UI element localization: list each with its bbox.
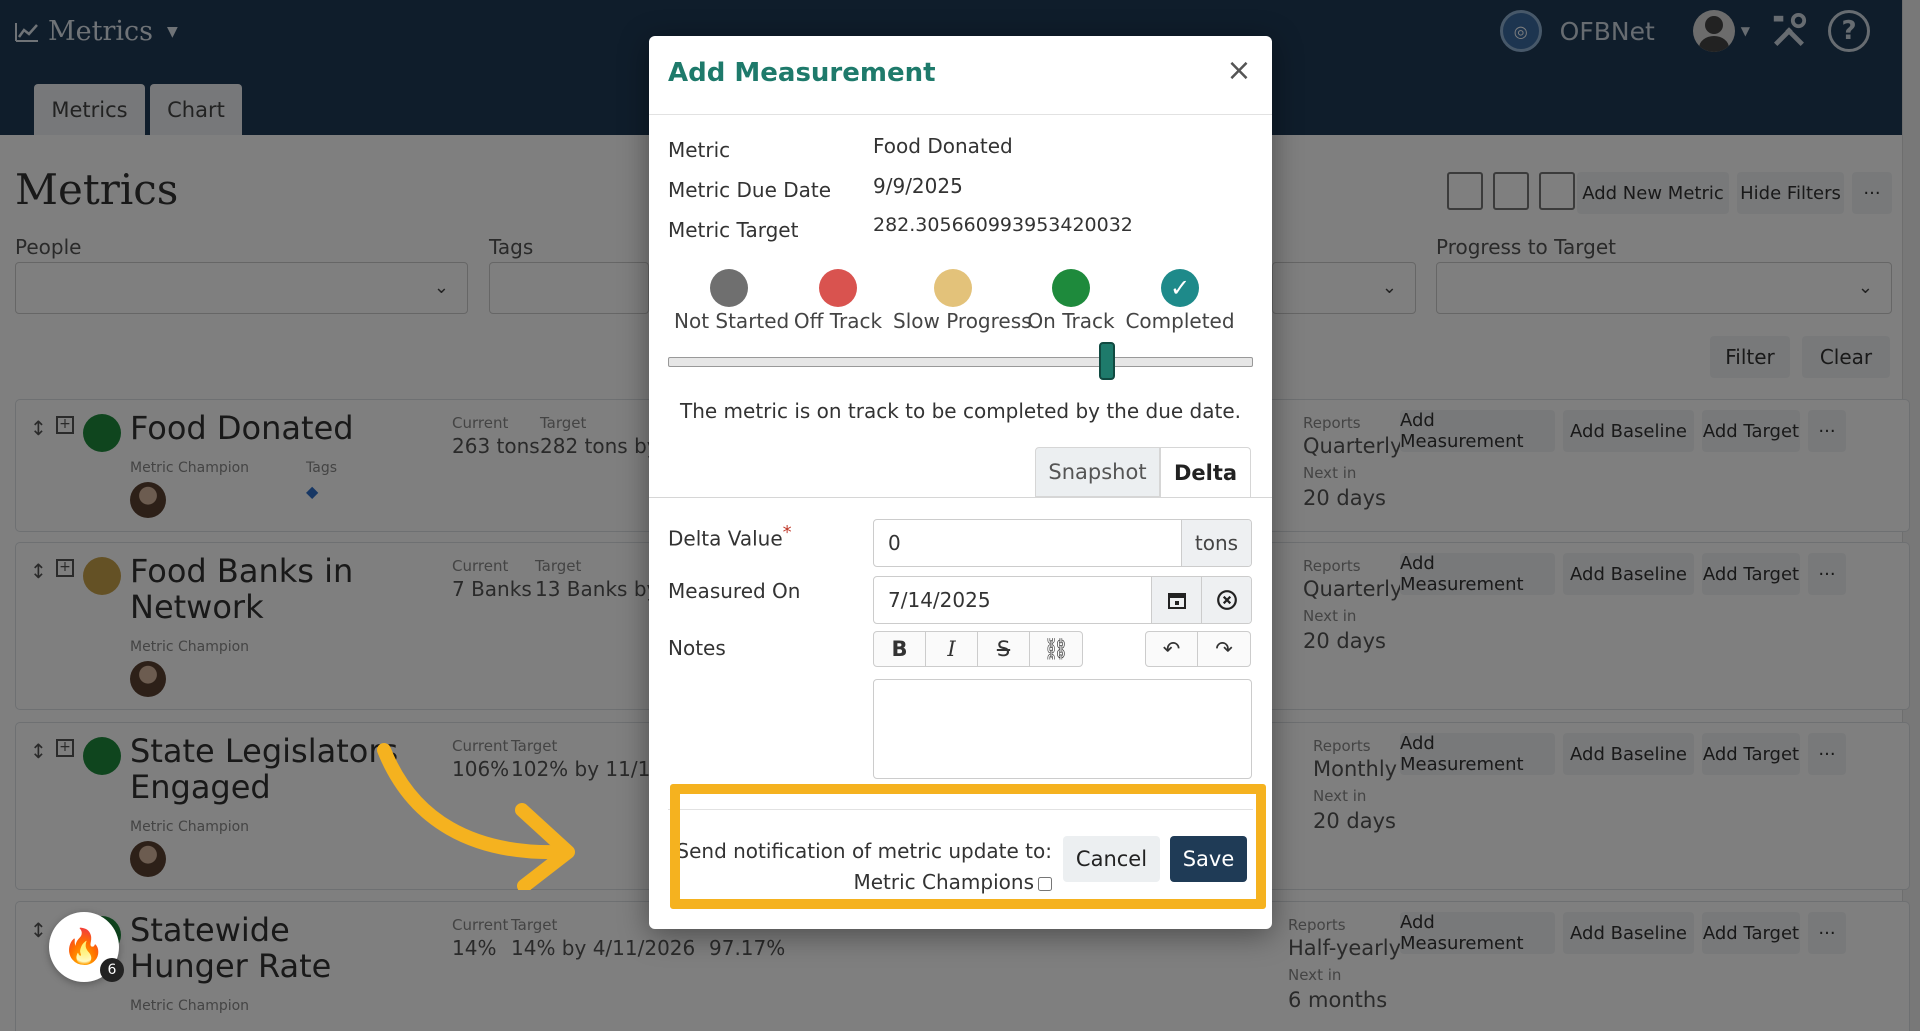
notes-editor[interactable] [873, 679, 1252, 779]
status-label: Off Track [793, 309, 883, 333]
tab-divider [649, 497, 1272, 498]
modal-header: Add Measurement × [649, 36, 1272, 115]
metric-label: Metric [668, 138, 731, 162]
progress-slider-handle[interactable] [1098, 342, 1115, 380]
metric-value: Food Donated [873, 134, 1013, 158]
undo-icon[interactable]: ↶ [1146, 632, 1198, 666]
tab-snapshot[interactable]: Snapshot [1035, 447, 1160, 497]
status-dot [819, 269, 857, 307]
notification-count-badge: 6 [100, 958, 124, 982]
delta-value-input-group: 0 tons [873, 519, 1252, 567]
status-label: Not Started [674, 309, 790, 333]
clear-date-icon[interactable] [1201, 577, 1251, 623]
status-dot [934, 269, 972, 307]
calendar-icon[interactable] [1151, 577, 1201, 623]
bold-icon[interactable]: B [874, 632, 926, 666]
status-not-started[interactable]: Not Started [674, 269, 790, 333]
status-label: On Track [1027, 309, 1115, 333]
delta-value-label: Delta Value* [668, 522, 792, 551]
tutorial-highlight-box [670, 784, 1266, 909]
redo-icon[interactable]: ↷ [1198, 632, 1250, 666]
delta-value-input[interactable]: 0 [874, 520, 1181, 566]
status-dot [710, 269, 748, 307]
status-label: Slow Progress [893, 309, 1032, 333]
rich-text-toolbar: B I S ⛓ [873, 631, 1083, 667]
measured-on-label: Measured On [668, 579, 801, 603]
notes-label: Notes [668, 636, 726, 660]
status-completed[interactable]: ✓ Completed [1125, 269, 1235, 333]
close-icon[interactable]: × [1224, 56, 1254, 86]
due-date-label: Metric Due Date [668, 178, 832, 202]
tab-delta[interactable]: Delta [1160, 447, 1251, 497]
due-date-value: 9/9/2025 [873, 174, 963, 198]
modal-title: Add Measurement [668, 58, 936, 88]
status-dot [1052, 269, 1090, 307]
measured-on-input[interactable]: 7/14/2025 [874, 577, 1151, 623]
metric-target-value: 282.305660993953420032 [873, 214, 1133, 236]
measured-on-input-group: 7/14/2025 [873, 576, 1252, 624]
status-slow-progress[interactable]: Slow Progress [893, 269, 1032, 333]
delta-value-label-text: Delta Value [668, 526, 783, 551]
italic-icon[interactable]: I [926, 632, 978, 666]
link-icon[interactable]: ⛓ [1030, 632, 1082, 666]
status-off-track[interactable]: Off Track [783, 269, 893, 333]
delta-unit: tons [1181, 520, 1251, 566]
metric-target-label: Metric Target [668, 218, 799, 242]
status-on-track[interactable]: On Track [1016, 269, 1126, 333]
required-mark: * [782, 522, 792, 543]
status-label: Completed [1125, 309, 1235, 333]
checkmark-icon: ✓ [1161, 269, 1199, 307]
history-toolbar: ↶ ↷ [1145, 631, 1251, 667]
status-message: The metric is on track to be completed b… [680, 399, 1241, 423]
tutorial-arrow [377, 743, 575, 890]
progress-slider-track[interactable] [668, 357, 1253, 367]
strikethrough-icon[interactable]: S [978, 632, 1030, 666]
